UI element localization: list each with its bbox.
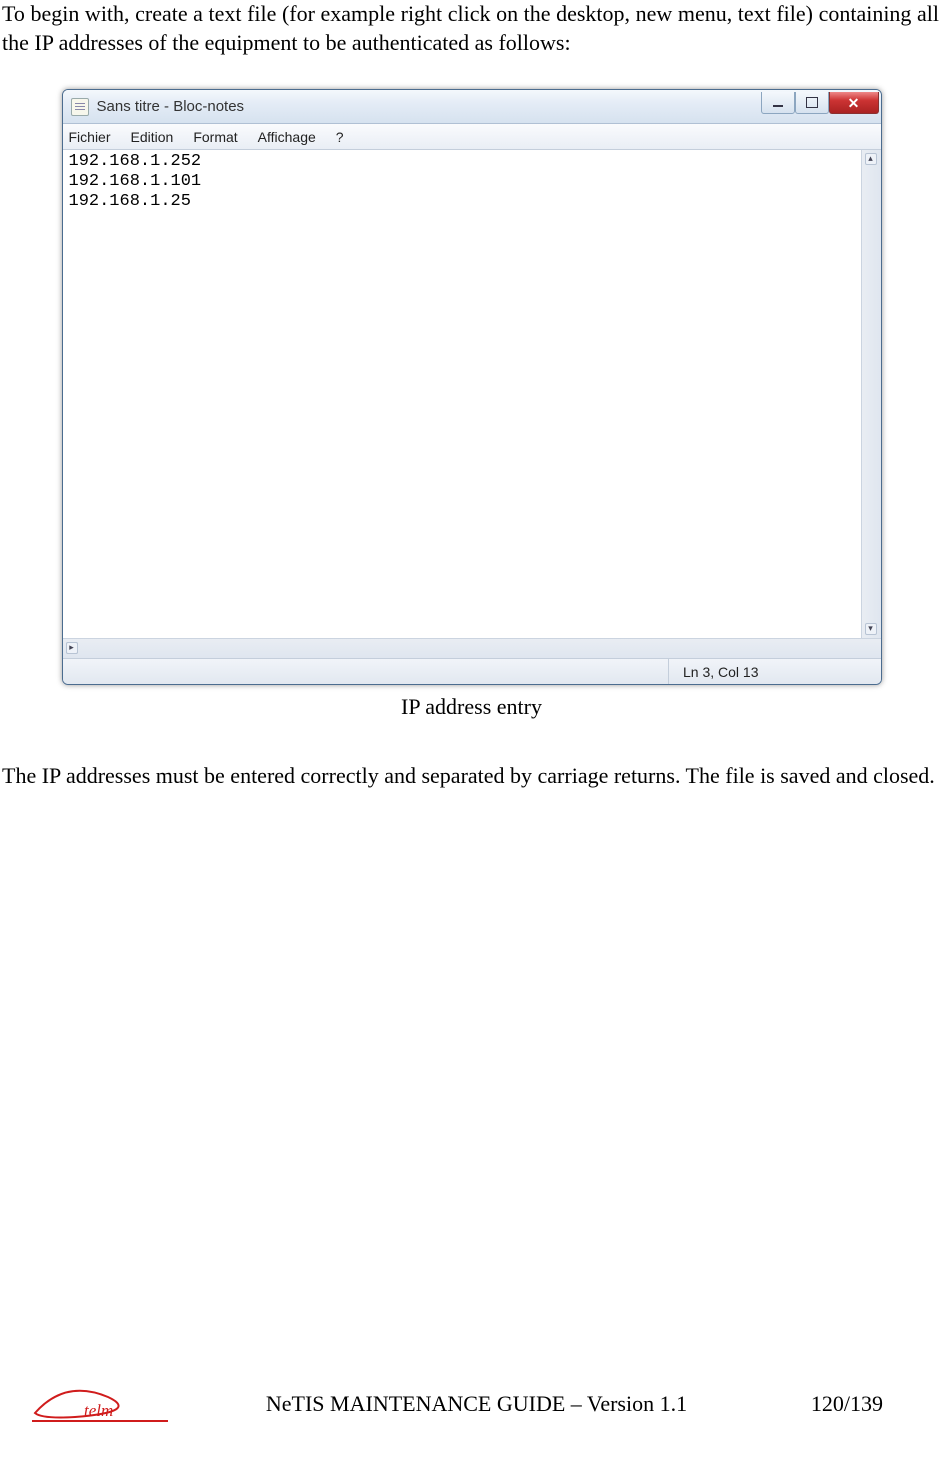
notepad-body: 192.168.1.252 192.168.1.101 192.168.1.25… (63, 150, 881, 638)
figure-notepad: Sans titre - Bloc-notes ✕ Fichier Editio… (0, 89, 943, 722)
notepad-icon (71, 98, 89, 116)
notepad-statusbar: Ln 3, Col 13 (63, 658, 881, 684)
notepad-title: Sans titre - Bloc-notes (97, 97, 245, 117)
notepad-menubar: Fichier Edition Format Affichage ? (63, 124, 881, 150)
menu-edit[interactable]: Edition (131, 128, 174, 146)
cursor-position: Ln 3, Col 13 (668, 659, 773, 684)
horizontal-scrollbar[interactable]: ◂ ▸ (63, 638, 881, 658)
window-controls: ✕ (761, 90, 879, 114)
maximize-button[interactable] (795, 92, 829, 114)
scroll-right-icon[interactable]: ▸ (66, 642, 78, 654)
footer-page-number: 120/139 (763, 1390, 883, 1419)
menu-format[interactable]: Format (193, 128, 237, 146)
scroll-down-icon[interactable]: ▾ (865, 623, 877, 635)
vertical-scrollbar[interactable]: ▴ ▾ (861, 150, 881, 638)
minimize-button[interactable] (761, 92, 795, 114)
menu-file[interactable]: Fichier (69, 128, 111, 146)
notepad-textarea[interactable]: 192.168.1.252 192.168.1.101 192.168.1.25 (63, 150, 861, 638)
notepad-titlebar[interactable]: Sans titre - Bloc-notes ✕ (63, 90, 881, 124)
figure-caption: IP address entry (401, 693, 542, 722)
brand-logo: telm (30, 1379, 170, 1429)
intro-paragraph: To begin with, create a text file (for e… (0, 0, 943, 57)
footer-doc-title: NeTIS MAINTENANCE GUIDE – Version 1.1 (190, 1390, 763, 1419)
closing-paragraph: The IP addresses must be entered correct… (0, 762, 943, 791)
menu-help[interactable]: ? (336, 128, 344, 146)
logo-text: telm (84, 1401, 113, 1420)
scroll-up-icon[interactable]: ▴ (865, 153, 877, 165)
menu-view[interactable]: Affichage (258, 128, 316, 146)
page-footer: telm NeTIS MAINTENANCE GUIDE – Version 1… (0, 1379, 943, 1429)
close-button[interactable]: ✕ (829, 92, 879, 114)
notepad-window: Sans titre - Bloc-notes ✕ Fichier Editio… (62, 89, 882, 685)
